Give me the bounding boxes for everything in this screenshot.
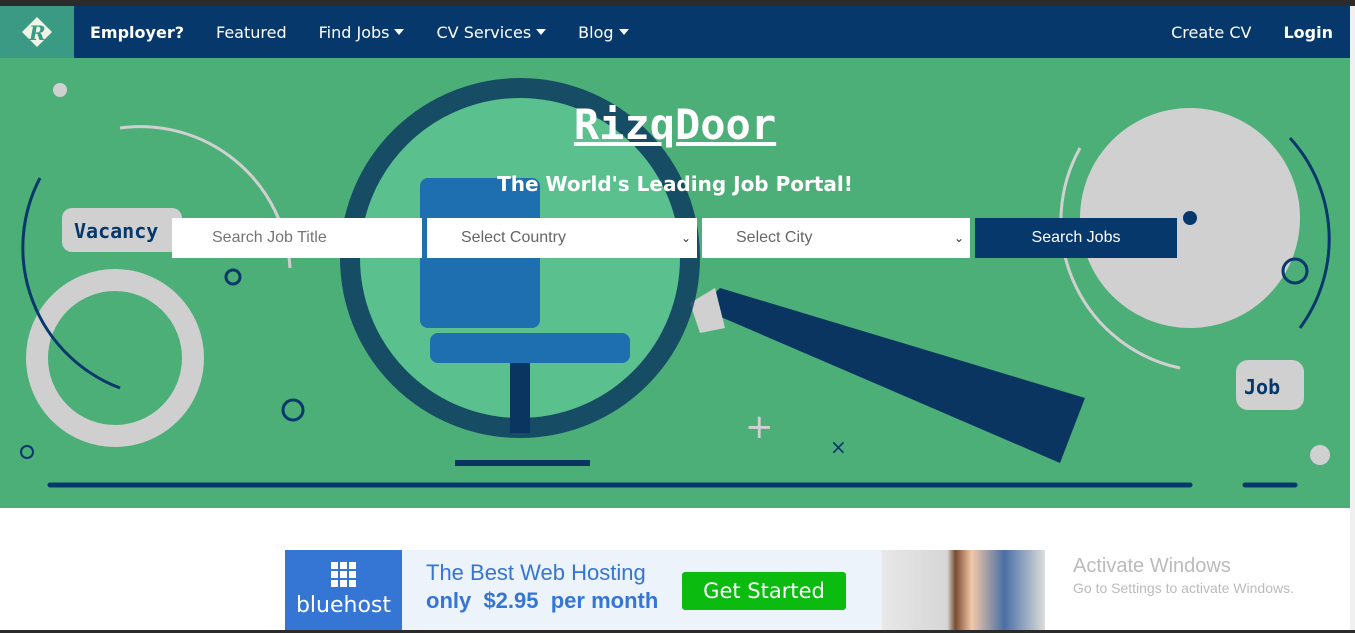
nav-employer[interactable]: Employer? <box>90 23 184 42</box>
svg-text:R: R <box>28 21 46 45</box>
search-jobs-button[interactable]: Search Jobs <box>975 218 1177 258</box>
site-title[interactable]: RizqDoor <box>0 100 1350 149</box>
bluehost-brand: bluehost <box>295 593 392 618</box>
activate-windows-watermark: Activate Windows Go to Settings to activ… <box>1073 555 1294 596</box>
watermark-subtitle: Go to Settings to activate Windows. <box>1073 580 1294 596</box>
city-select[interactable]: Select City ⌄ <box>702 218 970 258</box>
caret-down-icon <box>394 29 405 35</box>
country-select-value: Select Country <box>461 229 566 246</box>
bluehost-ad[interactable]: bluehost The Best Web Hosting only $2.95… <box>285 550 1045 630</box>
chevron-down-icon: ⌄ <box>953 231 964 245</box>
job-bubble: Job <box>1244 375 1280 399</box>
nav-cv-services[interactable]: CV Services <box>436 22 547 42</box>
ad-photo <box>882 550 1045 630</box>
bluehost-logo: bluehost <box>285 550 402 630</box>
chevron-down-icon: ⌄ <box>680 231 691 245</box>
create-cv-link[interactable]: Create CV <box>1171 23 1251 42</box>
nav-blog[interactable]: Blog <box>578 22 629 42</box>
svg-text:×: × <box>830 435 847 459</box>
nav-featured[interactable]: Featured <box>216 23 287 42</box>
country-select[interactable]: Select Country ⌄ <box>427 218 697 258</box>
job-title-input[interactable] <box>172 218 422 258</box>
grid-icon <box>331 562 356 587</box>
caret-down-icon <box>618 29 629 35</box>
city-select-value: Select City <box>736 229 813 246</box>
svg-text:+: + <box>745 407 774 447</box>
login-link[interactable]: Login <box>1283 23 1333 42</box>
nav-blog-label: Blog <box>578 22 614 42</box>
nav-cv-services-label: CV Services <box>436 22 532 42</box>
navbar: R Employer? Featured Find Jobs CV Servic… <box>0 6 1355 58</box>
rizqdoor-logo-icon: R <box>22 17 52 47</box>
nav-find-jobs-label: Find Jobs <box>318 22 390 42</box>
vacancy-bubble: Vacancy <box>74 219 158 243</box>
nav-find-jobs[interactable]: Find Jobs <box>319 23 405 42</box>
caret-down-icon <box>536 29 547 35</box>
ad-headline: The Best Web Hosting <box>426 560 646 585</box>
get-started-button[interactable]: Get Started <box>682 572 846 610</box>
watermark-title: Activate Windows <box>1073 555 1231 577</box>
site-tagline: The World's Leading Job Portal! <box>497 172 853 196</box>
job-search-form: Select Country ⌄ Select City ⌄ Search Jobs <box>172 218 1177 258</box>
ad-price: only $2.95 per month <box>426 588 659 613</box>
logo[interactable]: R <box>0 6 74 58</box>
hero-banner: Vacancy Job + × RizqDoor The World's Lea… <box>0 58 1350 508</box>
scrollbar[interactable] <box>1350 6 1355 633</box>
